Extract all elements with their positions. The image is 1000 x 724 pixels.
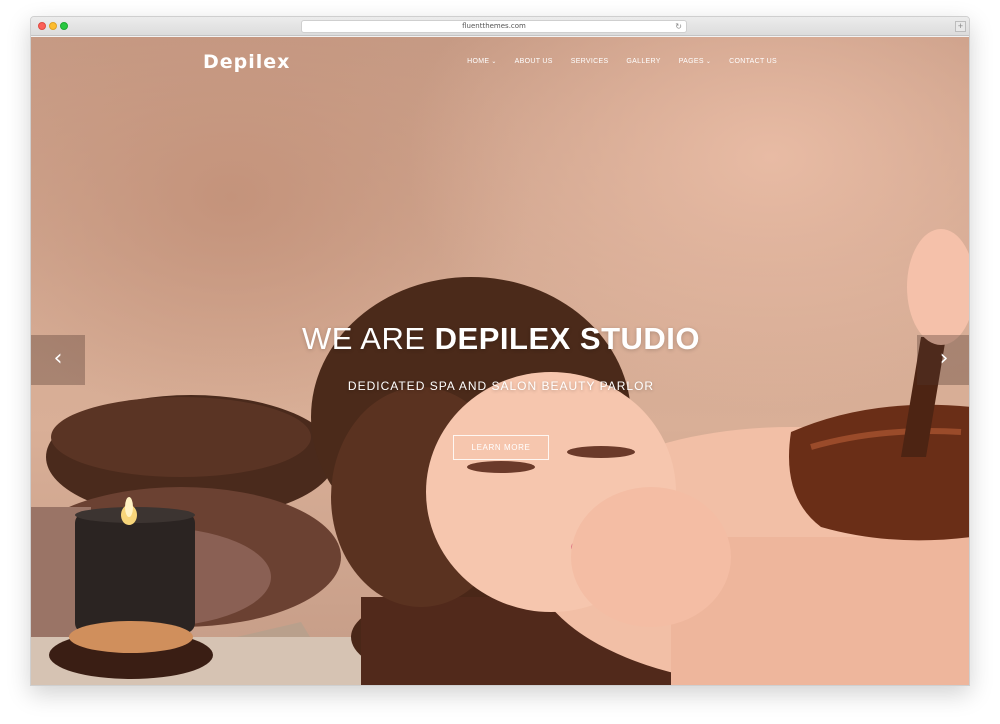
hero-headline: WE ARE DEPILEX STUDIO xyxy=(31,321,969,357)
hero-photo xyxy=(31,229,969,685)
chevron-down-icon: ⌄ xyxy=(705,59,712,65)
hero-subheadline: DEDICATED SPA AND SALON BEAUTY PARLOR xyxy=(347,379,655,393)
chevron-right-icon: › xyxy=(939,346,949,371)
reload-icon[interactable]: ↻ xyxy=(675,21,682,32)
new-tab-button[interactable]: + xyxy=(955,21,966,32)
address-bar[interactable]: fluentthemes.com ↻ xyxy=(301,20,687,33)
nav-item-services[interactable]: SERVICES xyxy=(571,58,609,65)
browser-window: fluentthemes.com ↻ + Depilex HOME ⌄ ABOU… xyxy=(30,16,970,686)
site-logo[interactable]: Depilex xyxy=(203,51,290,73)
chevron-left-icon: ‹ xyxy=(53,346,63,371)
hero-slider: Depilex HOME ⌄ ABOUT US SERVICES GALLERY … xyxy=(31,37,969,685)
learn-more-button[interactable]: LEARN MORE xyxy=(453,435,549,460)
nav-item-label: CONTACT US xyxy=(729,58,777,65)
minimize-window-button[interactable] xyxy=(49,22,57,30)
nav-item-label: HOME xyxy=(467,58,490,65)
nav-item-label: SERVICES xyxy=(570,58,609,65)
nav-item-about-us[interactable]: ABOUT US xyxy=(515,58,553,65)
nav-item-home[interactable]: HOME ⌄ xyxy=(467,58,497,65)
nav-item-contact-us[interactable]: CONTACT US xyxy=(729,58,777,65)
nav-item-gallery[interactable]: GALLERY xyxy=(626,58,660,65)
main-nav: HOME ⌄ ABOUT US SERVICES GALLERY PAGES ⌄ C… xyxy=(449,58,777,65)
slider-prev-button[interactable]: ‹ xyxy=(31,335,85,385)
hero-headline-bold: DEPILEX STUDIO xyxy=(434,321,701,356)
nav-item-pages[interactable]: PAGES ⌄ xyxy=(679,58,711,65)
hero-headline-light: WE ARE xyxy=(301,321,435,356)
nav-item-label: GALLERY xyxy=(626,58,661,65)
slider-next-button[interactable]: › xyxy=(917,335,969,385)
chevron-down-icon: ⌄ xyxy=(491,59,497,65)
nav-item-label: ABOUT US xyxy=(514,58,553,65)
browser-titlebar: fluentthemes.com ↻ + xyxy=(31,17,969,36)
nav-item-label: PAGES xyxy=(678,58,704,65)
close-window-button[interactable] xyxy=(38,22,46,30)
url-text: fluentthemes.com xyxy=(462,22,526,30)
zoom-window-button[interactable] xyxy=(60,22,68,30)
